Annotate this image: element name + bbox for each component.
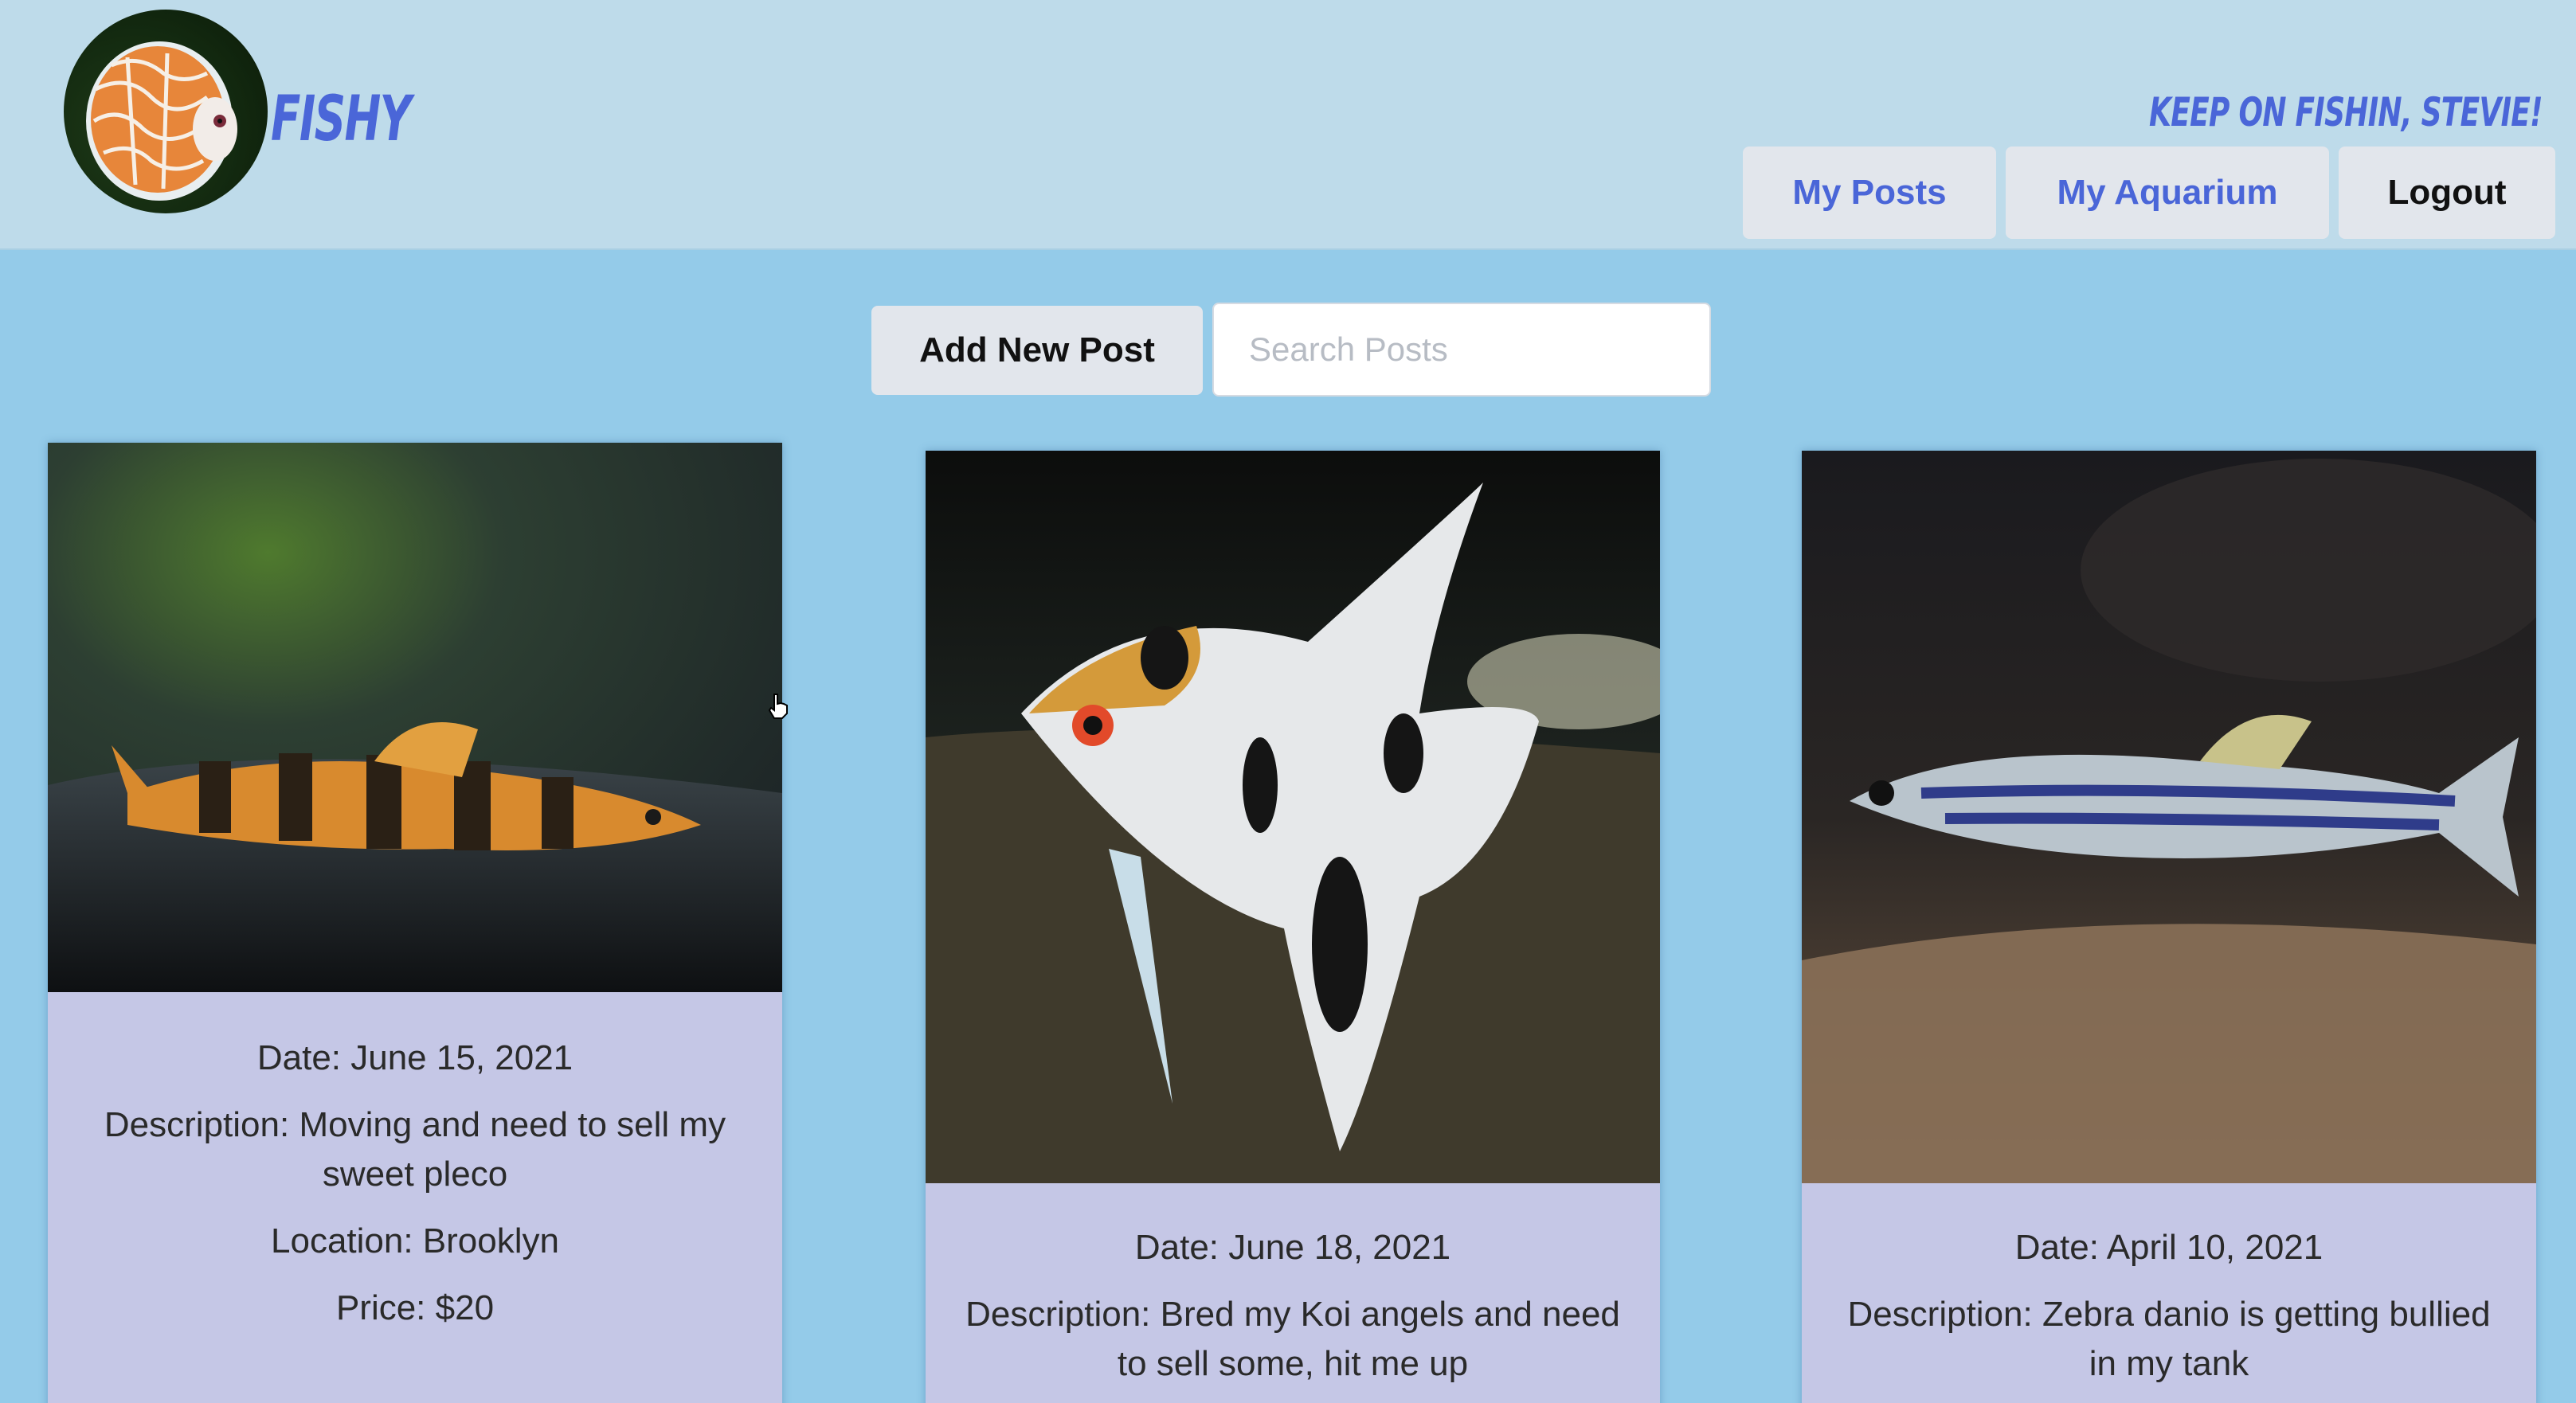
hand-pointer-cursor-icon <box>768 694 788 719</box>
logout-button[interactable]: Logout <box>2339 147 2555 239</box>
user-greeting: KEEP ON FISHIN, STEVIE! <box>2149 89 2543 135</box>
post-card[interactable]: Date: June 15, 2021 Description: Moving … <box>48 443 782 1403</box>
post-card[interactable]: Date: April 10, 2021 Description: Zebra … <box>1802 451 2536 1403</box>
post-details: Date: June 18, 2021 Description: Bred my… <box>926 1183 1660 1389</box>
post-date: Date: April 10, 2021 <box>2014 1228 2323 1267</box>
post-details: Date: April 10, 2021 Description: Zebra … <box>1802 1183 2536 1389</box>
post-location: Location: Brooklyn <box>271 1221 559 1260</box>
post-date: Date: June 18, 2021 <box>1134 1228 1451 1267</box>
post-price: Price: $20 <box>335 1288 495 1327</box>
add-new-post-button[interactable]: Add New Post <box>871 306 1203 395</box>
post-card[interactable]: Date: June 18, 2021 Description: Bred my… <box>926 451 1660 1403</box>
discus-fish-avatar <box>64 10 268 213</box>
post-image-zebra-danio <box>1802 451 2536 1183</box>
post-details: Date: June 15, 2021 Description: Moving … <box>48 992 782 1333</box>
post-description: Description: Moving and need to sell my … <box>104 1105 726 1194</box>
search-input[interactable] <box>1249 330 1680 369</box>
post-description: Description: Bred my Koi angels and need… <box>965 1295 1620 1383</box>
main-nav: My Posts My Aquarium Logout <box>1743 147 2555 239</box>
post-image-pleco <box>48 443 782 992</box>
search-box <box>1212 303 1711 397</box>
site-header: FISHY KEEP ON FISHIN, STEVIE! My Posts M… <box>0 0 2576 250</box>
post-date: Date: June 15, 2021 <box>256 1038 574 1077</box>
brand-logo[interactable]: FISHY <box>64 10 449 213</box>
my-posts-button[interactable]: My Posts <box>1743 147 1996 239</box>
brand-name: FISHY <box>271 84 411 155</box>
post-image-koi-angelfish <box>926 451 1660 1183</box>
post-description: Description: Zebra danio is getting bull… <box>1847 1295 2491 1383</box>
my-aquarium-button[interactable]: My Aquarium <box>2006 147 2329 239</box>
